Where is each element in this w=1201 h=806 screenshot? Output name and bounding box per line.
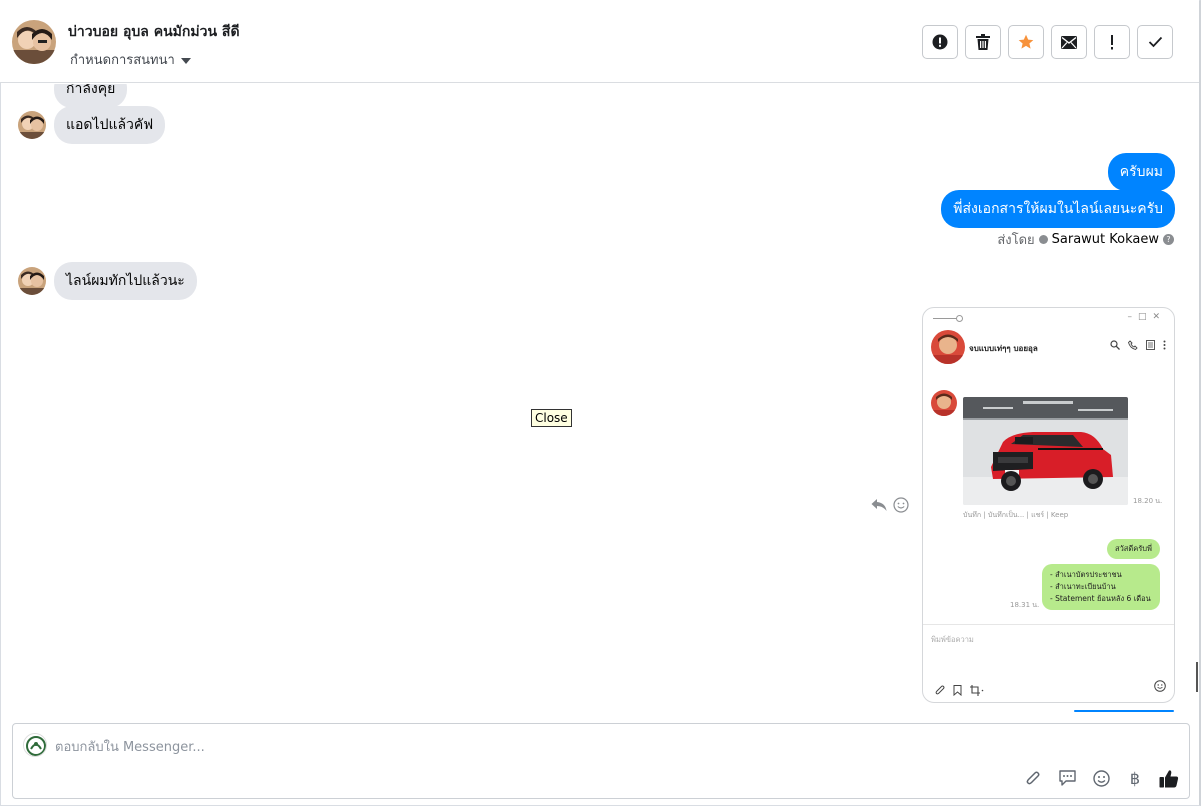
emoji-icon bbox=[1092, 769, 1110, 787]
crop-icon bbox=[970, 685, 984, 696]
line-outgoing-message: สวัสดีครับพี่ bbox=[1107, 539, 1160, 559]
image-attachment[interactable]: –□✕ จบแบบเท่ๆๆ บอยอุล 18.20 น. บันทึก | … bbox=[922, 307, 1175, 703]
reply-icon[interactable] bbox=[871, 498, 887, 512]
exclamation-icon bbox=[1111, 34, 1113, 49]
line-document-list-message: - สำเนาบัตรประชาชน - สำเนาทะเบียนบ้าน - … bbox=[1042, 564, 1160, 610]
delete-button[interactable] bbox=[965, 25, 1001, 59]
bookmark-icon bbox=[953, 685, 962, 696]
reply-composer: ฿ bbox=[12, 723, 1190, 799]
line-compose-tools bbox=[935, 685, 984, 696]
emoji-icon bbox=[1154, 677, 1166, 696]
header-actions bbox=[922, 25, 1173, 59]
outgoing-message[interactable]: พี่ส่งเอกสารให้ผมในไลน์เลยนะครับ bbox=[941, 190, 1175, 228]
more-icon bbox=[1163, 340, 1166, 350]
line-compose-placeholder: พิมพ์ข้อความ bbox=[931, 635, 974, 644]
doc-list-item: - สำเนาบัตรประชาชน bbox=[1050, 570, 1122, 579]
scrollbar-thumb[interactable] bbox=[1196, 662, 1198, 692]
check-icon bbox=[1148, 36, 1162, 48]
line-chat-name: จบแบบเท่ๆๆ บอยอุล bbox=[969, 344, 1038, 353]
window-controls-icon: –□✕ bbox=[1127, 312, 1166, 322]
doc-list-item: - สำเนาทะเบียนบ้าน bbox=[1050, 582, 1116, 591]
incoming-message[interactable]: แอดไปแล้วคัฟ bbox=[54, 106, 166, 144]
incoming-message[interactable]: ไลน์ผมทักไปแล้วนะ bbox=[54, 262, 197, 300]
mark-spam-button[interactable] bbox=[922, 25, 958, 59]
help-icon[interactable]: ? bbox=[1163, 234, 1174, 245]
contact-name[interactable]: บ่าวบอย อุบล คนมักม่วน สีดี bbox=[68, 21, 240, 43]
timestamp: 18.20 น. bbox=[1133, 497, 1163, 505]
line-chat-tools bbox=[1110, 340, 1166, 350]
car-photo bbox=[963, 397, 1128, 505]
payment-button[interactable]: ฿ bbox=[1125, 768, 1145, 788]
line-window-titlebar: –□✕ bbox=[923, 308, 1174, 328]
doc-list-item: - Statement ย้อนหลัง 6 เดือน bbox=[1050, 594, 1151, 603]
react-emoji-icon[interactable] bbox=[893, 497, 909, 513]
search-icon bbox=[1110, 340, 1120, 350]
message-row: กำลังคุย bbox=[54, 84, 128, 108]
paperclip-icon bbox=[935, 685, 945, 695]
admin-badge-icon bbox=[1038, 235, 1048, 244]
phone-icon bbox=[1128, 340, 1138, 350]
next-message-edge bbox=[1074, 710, 1174, 712]
zoom-slider-knob bbox=[956, 315, 963, 322]
message-hover-tools bbox=[871, 497, 909, 513]
alert-circle-icon bbox=[932, 34, 948, 50]
message-row: พี่ส่งเอกสารให้ผมในไลน์เลยนะครับ bbox=[941, 190, 1175, 228]
page-avatar bbox=[23, 733, 47, 757]
envelope-icon bbox=[1061, 35, 1077, 49]
divider bbox=[923, 624, 1174, 625]
incoming-message[interactable]: กำลังคุย bbox=[54, 84, 128, 108]
contact-avatar-small bbox=[18, 267, 46, 295]
sender-name: Sarawut Kokaew bbox=[1051, 232, 1159, 247]
mark-done-button[interactable] bbox=[1137, 25, 1173, 59]
caret-down-icon bbox=[180, 57, 191, 64]
like-button[interactable] bbox=[1159, 768, 1179, 788]
notes-icon bbox=[1146, 340, 1155, 350]
image-action-links: บันทึก | บันทึกเป็น... | แชร์ | Keep bbox=[963, 511, 1069, 519]
assign-conversation-dropdown[interactable]: กำหนดการสนทนา bbox=[70, 49, 191, 70]
trash-icon bbox=[976, 34, 990, 50]
message-row: แอดไปแล้วคัฟ bbox=[18, 106, 166, 144]
outgoing-message[interactable]: ครับผม bbox=[1107, 153, 1175, 191]
saved-reply-icon bbox=[1058, 770, 1076, 786]
contact-avatar-small bbox=[18, 111, 46, 139]
timestamp: 18.31 น. bbox=[1010, 601, 1040, 609]
paperclip-icon bbox=[1026, 771, 1040, 784]
mark-unread-button[interactable] bbox=[1051, 25, 1087, 59]
star-button[interactable] bbox=[1008, 25, 1044, 59]
message-row: ครับผม bbox=[1107, 153, 1175, 191]
conversation-header: บ่าวบอย อุบล คนมักม่วน สีดี กำหนดการสนทน… bbox=[0, 0, 1199, 83]
thumbs-up-icon bbox=[1159, 769, 1179, 787]
baht-icon: ฿ bbox=[1129, 768, 1141, 788]
contact-avatar[interactable] bbox=[12, 20, 56, 64]
composer-tools: ฿ bbox=[1023, 768, 1179, 788]
follow-up-button[interactable] bbox=[1094, 25, 1130, 59]
assign-label: กำหนดการสนทนา bbox=[70, 53, 175, 68]
saved-reply-button[interactable] bbox=[1057, 768, 1077, 788]
star-icon bbox=[1018, 34, 1034, 49]
attach-button[interactable] bbox=[1023, 768, 1043, 788]
close-tooltip: Close bbox=[531, 409, 572, 427]
sent-by-line: ส่งโดย Sarawut Kokaew ? bbox=[997, 229, 1174, 250]
line-contact-avatar bbox=[931, 330, 965, 364]
line-sender-avatar bbox=[931, 390, 957, 416]
sent-by-label: ส่งโดย bbox=[997, 233, 1035, 248]
emoji-button[interactable] bbox=[1091, 768, 1111, 788]
reply-input[interactable] bbox=[55, 736, 755, 758]
message-row: ไลน์ผมทักไปแล้วนะ bbox=[18, 262, 197, 300]
